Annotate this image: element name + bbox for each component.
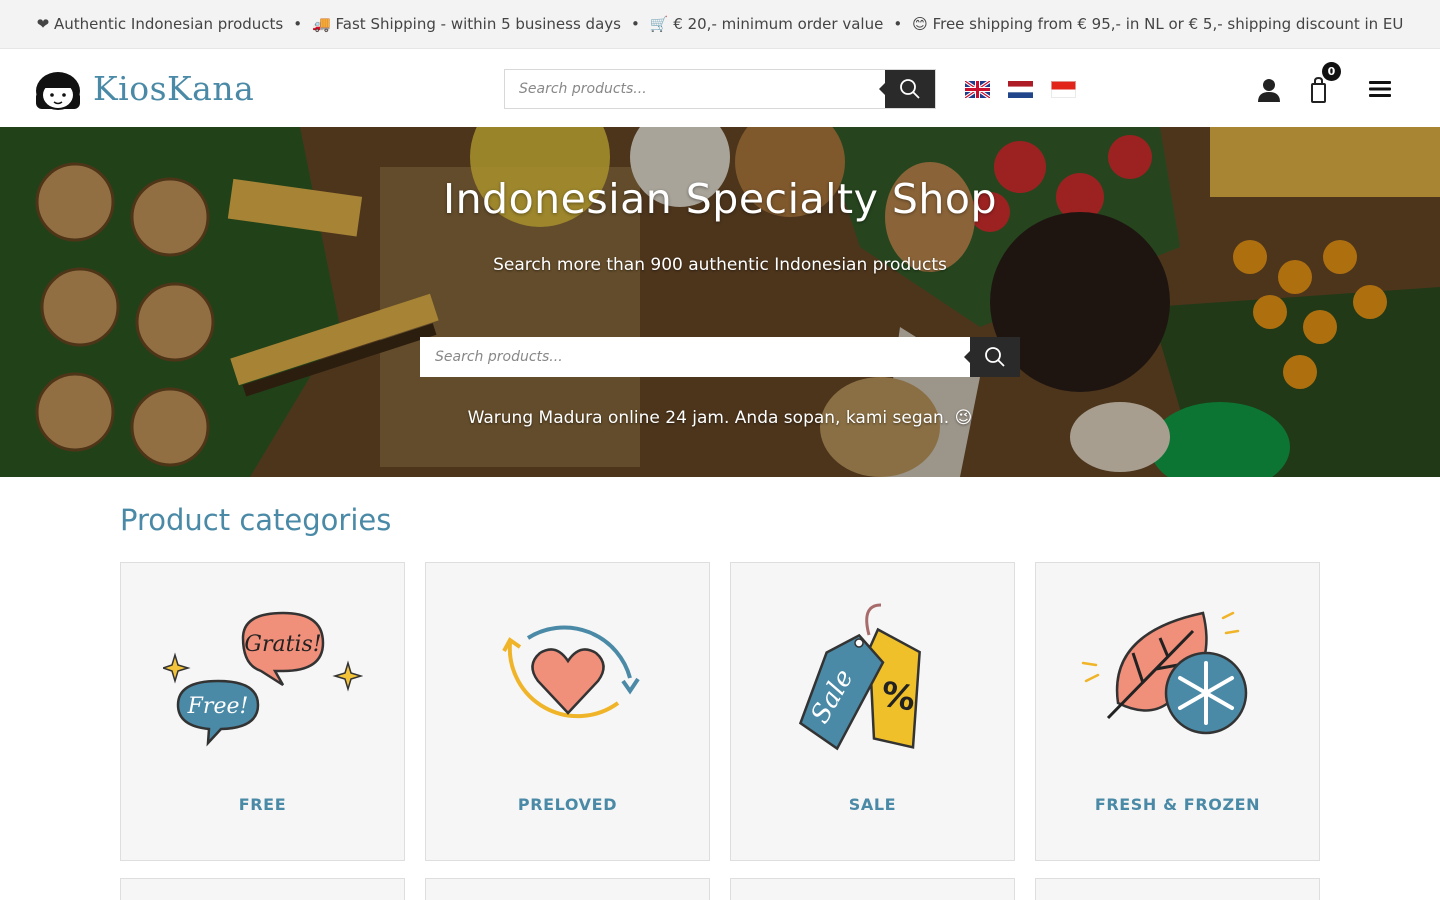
language-switcher: [965, 81, 1076, 98]
leaf-snowflake-icon: [1081, 611, 1247, 735]
category-card-partial[interactable]: [120, 878, 405, 900]
category-label: SALE: [848, 795, 897, 814]
header-search-button[interactable]: [879, 70, 935, 108]
search-icon: [900, 79, 920, 99]
sale-tags-icon: % Sale: [798, 603, 921, 751]
flag-id-icon[interactable]: [1051, 81, 1076, 98]
hamburger-menu-icon: [1369, 81, 1391, 97]
category-card-partial[interactable]: [425, 878, 710, 900]
search-icon: [985, 347, 1005, 367]
cart-count-badge: 0: [1322, 62, 1341, 81]
category-card-preloved[interactable]: PRELOVED: [425, 562, 710, 861]
hero-search-button[interactable]: [964, 337, 1020, 377]
announcement-item: 🚚 Fast Shipping - within 5 business days: [312, 15, 621, 33]
hero-title: Indonesian Specialty Shop: [442, 175, 997, 223]
separator: •: [630, 15, 640, 33]
separator: •: [293, 15, 303, 33]
free-speech-bubbles-icon: Gratis! Free!: [162, 611, 363, 747]
announcement-item: 😊 Free shipping from € 95,- in NL or € 5…: [912, 15, 1404, 33]
svg-text:Free!: Free!: [186, 694, 248, 719]
hero-search-input[interactable]: [420, 337, 970, 377]
menu-button[interactable]: [1368, 77, 1392, 101]
header-search-input[interactable]: [505, 70, 885, 108]
announcement-item: 🛒 € 20,- minimum order value: [649, 15, 884, 33]
hero-search: [420, 337, 1020, 377]
hero-banner: Indonesian Specialty Shop Search more th…: [0, 127, 1440, 477]
category-label: PRELOVED: [517, 795, 618, 814]
flag-nl-icon[interactable]: [1008, 81, 1033, 98]
logo-text: KiosKana: [93, 68, 255, 108]
category-label: FRESH & FROZEN: [1094, 795, 1261, 814]
category-card-sale[interactable]: % Sale SALE: [730, 562, 1015, 861]
flag-uk-icon[interactable]: [965, 81, 990, 98]
category-card-partial[interactable]: [730, 878, 1015, 900]
account-button[interactable]: [1256, 77, 1282, 103]
site-logo[interactable]: KiosKana: [34, 65, 254, 111]
categories-heading: Product categories: [120, 503, 392, 537]
category-card-fresh-frozen[interactable]: FRESH & FROZEN: [1035, 562, 1320, 861]
header-search: [504, 69, 936, 109]
category-card-partial[interactable]: [1035, 878, 1320, 900]
category-card-free[interactable]: Gratis! Free! FREE: [120, 562, 405, 861]
svg-text:Gratis!: Gratis!: [244, 632, 321, 657]
account-icon: [1258, 79, 1280, 102]
announcement-bar: ❤ Authentic Indonesian products • 🚚 Fast…: [0, 0, 1440, 49]
announcement-item: ❤ Authentic Indonesian products: [36, 15, 284, 33]
heart-recycle-icon: [501, 625, 640, 719]
svg-text:%: %: [877, 674, 918, 719]
hero-tagline: Warung Madura online 24 jam. Anda sopan,…: [467, 408, 973, 428]
logo-girl-icon: [36, 72, 80, 110]
category-label: FREE: [238, 795, 287, 814]
separator: •: [893, 15, 903, 33]
site-header: KiosKana: [0, 49, 1440, 127]
hero-subtitle: Search more than 900 authentic Indonesia…: [493, 255, 947, 275]
